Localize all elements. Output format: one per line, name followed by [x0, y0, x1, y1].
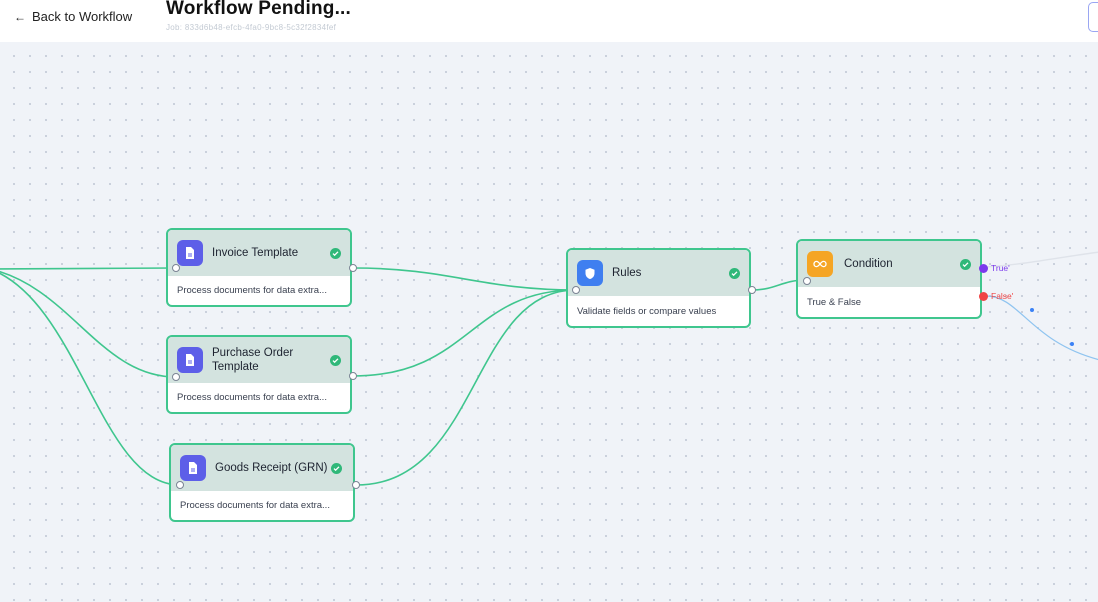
input-handle[interactable] [172, 373, 180, 381]
back-to-workflow-link[interactable]: ← Back to Workflow [14, 9, 132, 24]
edge-layer [0, 251, 1098, 486]
arrow-left-icon: ← [14, 9, 26, 24]
top-bar: ← Back to Workflow Workflow Pending... J… [0, 0, 1098, 42]
check-circle-icon [330, 247, 341, 259]
node-title: Condition [844, 258, 893, 270]
input-handle[interactable] [803, 277, 811, 285]
node-condition[interactable]: Condition True & False [796, 239, 982, 319]
back-label: Back to Workflow [32, 9, 133, 24]
node-rules[interactable]: Rules Validate fields or compare values [566, 248, 751, 328]
node-invoice-template[interactable]: Invoice Template Process documents for d… [166, 228, 352, 307]
node-header: Goods Receipt (GRN) [171, 445, 353, 491]
node-description: True & False [807, 296, 862, 308]
node-purchase-order-template[interactable]: Purchase Order Template Process document… [166, 335, 352, 414]
check-circle-icon [960, 258, 971, 270]
input-handle[interactable] [176, 481, 184, 489]
input-handle[interactable] [172, 264, 180, 272]
edge-goods-receipt-to-rules[interactable] [355, 289, 577, 486]
check-circle-icon [330, 354, 341, 366]
edge-in-purchase-order[interactable] [0, 269, 177, 378]
node-description: Validate fields or compare values [577, 305, 717, 317]
true-output-label: True' [991, 263, 1010, 273]
document-icon [180, 455, 206, 481]
node-header: Condition [798, 241, 980, 287]
node-title: Purchase Order Template [212, 347, 294, 373]
edge-invoice-to-rules[interactable] [352, 267, 577, 291]
input-handle[interactable] [572, 286, 580, 294]
output-handle[interactable] [349, 264, 357, 272]
job-id: Job: 833d6b48-efcb-4fa0-9bc8-5c32f2834fe… [166, 23, 337, 32]
node-title: Goods Receipt (GRN) [215, 462, 328, 474]
workflow-canvas[interactable]: Invoice Template Process documents for d… [0, 42, 1098, 602]
edge-false-waypoint [1070, 342, 1074, 346]
edge-in-goods-receipt[interactable] [0, 269, 181, 486]
edge-false-waypoint [1030, 308, 1034, 312]
node-description: Process documents for data extra... [177, 392, 327, 403]
node-title: Rules [612, 267, 642, 279]
page-title: Workflow Pending... [166, 0, 352, 19]
node-goods-receipt[interactable]: Goods Receipt (GRN) Process documents fo… [169, 443, 355, 522]
node-header: Invoice Template [168, 230, 350, 276]
infinity-icon [807, 251, 833, 277]
shield-icon [577, 260, 603, 286]
edge-purchase-order-to-rules[interactable] [352, 289, 577, 377]
true-output-handle[interactable] [979, 264, 988, 273]
header-action-button[interactable] [1088, 2, 1098, 32]
node-title: Invoice Template [212, 247, 299, 259]
document-icon [177, 240, 203, 266]
node-description: Process documents for data extra... [177, 285, 327, 296]
output-handle[interactable] [352, 481, 360, 489]
output-handle[interactable] [349, 372, 357, 380]
output-handle[interactable] [748, 286, 756, 294]
check-circle-icon [331, 462, 342, 474]
node-header: Rules [568, 250, 749, 296]
check-circle-icon [729, 267, 740, 279]
node-header: Purchase Order Template [168, 337, 350, 383]
false-output-handle[interactable] [979, 292, 988, 301]
edge-false-out[interactable] [985, 295, 1098, 361]
false-output-label: False' [991, 291, 1014, 301]
document-icon [177, 347, 203, 373]
node-description: Process documents for data extra... [180, 500, 330, 511]
edge-in-invoice[interactable] [0, 267, 177, 270]
